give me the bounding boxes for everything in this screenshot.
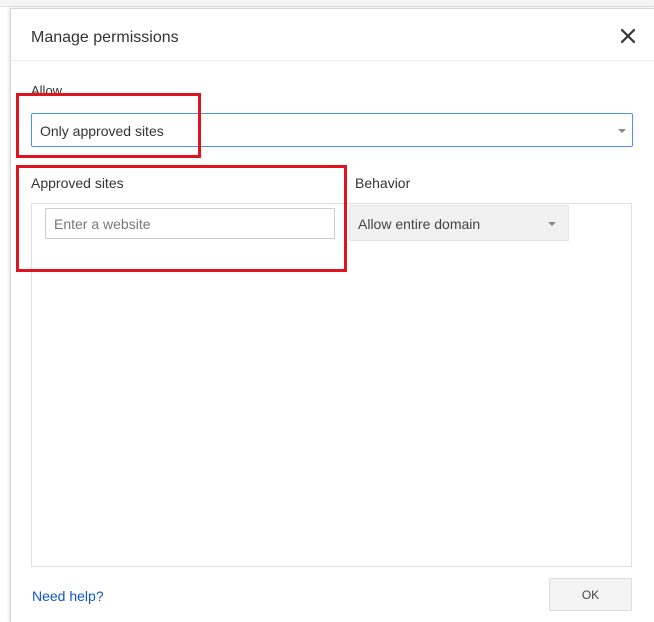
allow-label: Allow (31, 83, 63, 93)
allow-dropdown-value: Only approved sites (40, 123, 164, 139)
behavior-dropdown-value: Allow entire domain (358, 216, 481, 232)
need-help-link[interactable]: Need help? (32, 588, 104, 604)
approved-sites-label: Approved sites (31, 175, 124, 191)
close-icon[interactable] (617, 25, 639, 47)
allow-dropdown[interactable]: Only approved sites (31, 113, 633, 147)
website-input[interactable] (45, 208, 335, 239)
background-window-strip (0, 0, 654, 7)
behavior-dropdown[interactable]: Allow entire domain (349, 205, 569, 241)
behavior-label: Behavior (355, 175, 411, 191)
chevron-down-icon (548, 222, 556, 226)
chevron-down-icon (618, 129, 626, 133)
manage-permissions-dialog: Manage permissions Allow Only approved s… (10, 8, 654, 622)
header-divider (11, 60, 654, 61)
ok-button[interactable]: OK (549, 578, 632, 611)
approved-sites-list (31, 203, 632, 567)
dialog-title: Manage permissions (31, 29, 179, 46)
